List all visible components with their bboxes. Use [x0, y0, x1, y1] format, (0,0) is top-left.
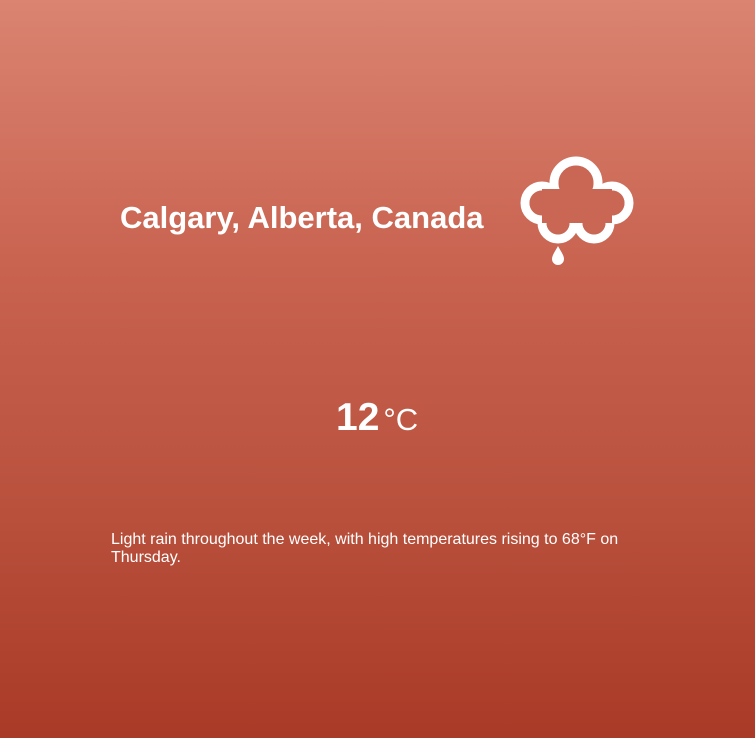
temperature-value: 12 [336, 396, 380, 439]
temperature-display: 12 °C [336, 394, 418, 450]
weather-summary: Light rain throughout the week, with hig… [111, 531, 619, 566]
temperature-unit: °C [383, 402, 419, 437]
location-title: Calgary, Alberta, Canada [120, 200, 484, 235]
background-gradient [0, 0, 755, 738]
cloud-rain-icon [520, 156, 634, 265]
